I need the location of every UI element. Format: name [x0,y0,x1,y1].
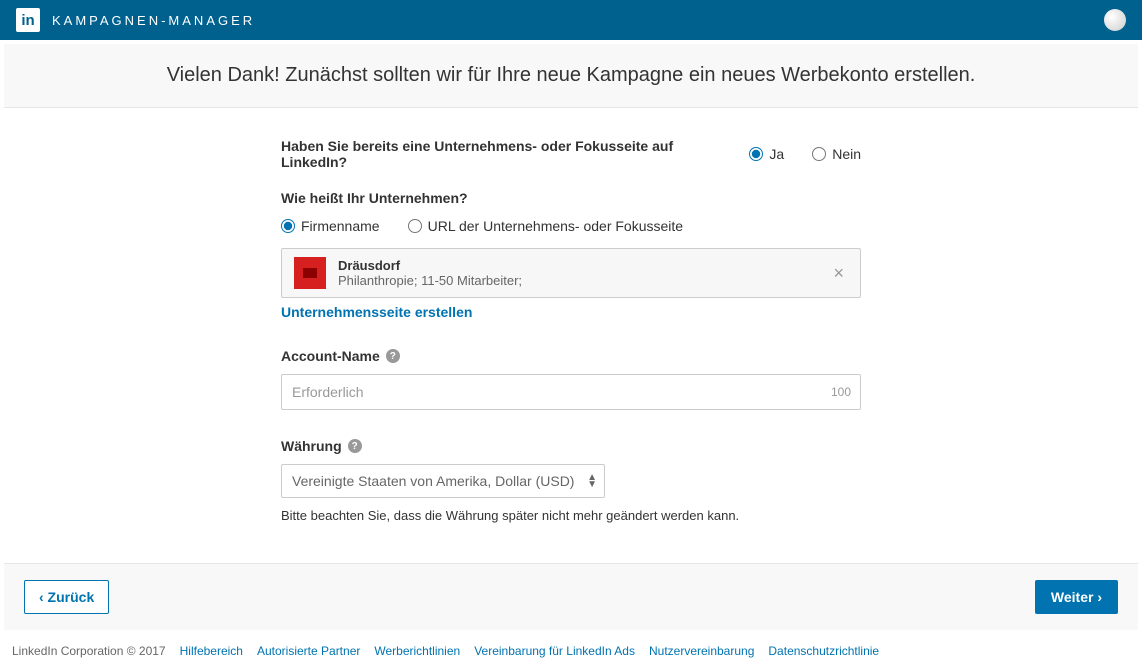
footer-link[interactable]: Autorisierte Partner [257,644,360,658]
logo-text: in [21,12,34,29]
account-name-label: Account-Name [281,348,380,364]
has-page-question: Haben Sie bereits eine Unternehmens- ode… [281,138,719,170]
has-page-no-label[interactable]: Nein [832,146,861,162]
copyright: LinkedIn Corporation © 2017 [12,644,166,658]
account-name-input[interactable] [281,374,861,410]
account-name-block: Account-Name ? 100 [281,348,861,410]
avatar[interactable] [1104,9,1126,31]
page-title: Vielen Dank! Zunächst sollten wir für Ih… [4,64,1138,87]
page-footer: LinkedIn Corporation © 2017 Hilfebereich… [0,630,1142,672]
create-company-page-link[interactable]: Unternehmensseite erstellen [281,304,472,320]
next-button[interactable]: Weiter › [1035,580,1118,614]
app-title: KAMPAGNEN-MANAGER [52,13,255,28]
currency-note: Bitte beachten Sie, dass die Währung spä… [281,508,861,523]
has-page-yes-label[interactable]: Ja [769,146,784,162]
lookup-method-radio-group: Firmenname URL der Unternehmens- oder Fo… [281,218,861,234]
header-left: in KAMPAGNEN-MANAGER [16,8,255,32]
has-page-no-radio[interactable] [812,147,826,161]
content-area: Haben Sie bereits eine Unternehmens- ode… [4,108,1138,564]
company-name-question: Wie heißt Ihr Unternehmen? [281,190,861,206]
remove-company-icon[interactable]: × [829,259,848,288]
linkedin-logo-icon[interactable]: in [16,8,40,32]
by-url-label[interactable]: URL der Unternehmens- oder Fokusseite [428,218,684,234]
footer-link[interactable]: Vereinbarung für LinkedIn Ads [474,644,635,658]
footer-link[interactable]: Hilfebereich [180,644,243,658]
currency-label: Währung [281,438,342,454]
currency-block: Währung ? Vereinigte Staaten von Amerika… [281,438,861,523]
company-logo-icon [294,257,326,289]
help-icon[interactable]: ? [348,439,362,453]
by-name-label[interactable]: Firmenname [301,218,380,234]
company-meta: Philanthropie; 11-50 Mitarbeiter; [338,273,829,288]
by-name-radio[interactable] [281,219,295,233]
account-name-char-count: 100 [831,385,851,399]
app-header: in KAMPAGNEN-MANAGER [0,0,1142,40]
footer-link[interactable]: Nutzervereinbarung [649,644,754,658]
currency-select[interactable]: Vereinigte Staaten von Amerika, Dollar (… [281,464,605,498]
back-button[interactable]: ‹ Zurück [24,580,109,614]
footer-link[interactable]: Datenschutzrichtlinie [768,644,879,658]
has-page-radio-group: Ja Nein [749,146,861,162]
page-subheader: Vielen Dank! Zunächst sollten wir für Ih… [4,44,1138,108]
footer-nav: ‹ Zurück Weiter › [4,564,1138,630]
footer-link[interactable]: Werberichtlinien [374,644,460,658]
company-info: Dräusdorf Philanthropie; 11-50 Mitarbeit… [338,258,829,288]
company-name: Dräusdorf [338,258,829,273]
help-icon[interactable]: ? [386,349,400,363]
selected-company-card: Dräusdorf Philanthropie; 11-50 Mitarbeit… [281,248,861,298]
by-url-radio[interactable] [408,219,422,233]
has-page-yes-radio[interactable] [749,147,763,161]
has-page-row: Haben Sie bereits eine Unternehmens- ode… [281,138,861,170]
